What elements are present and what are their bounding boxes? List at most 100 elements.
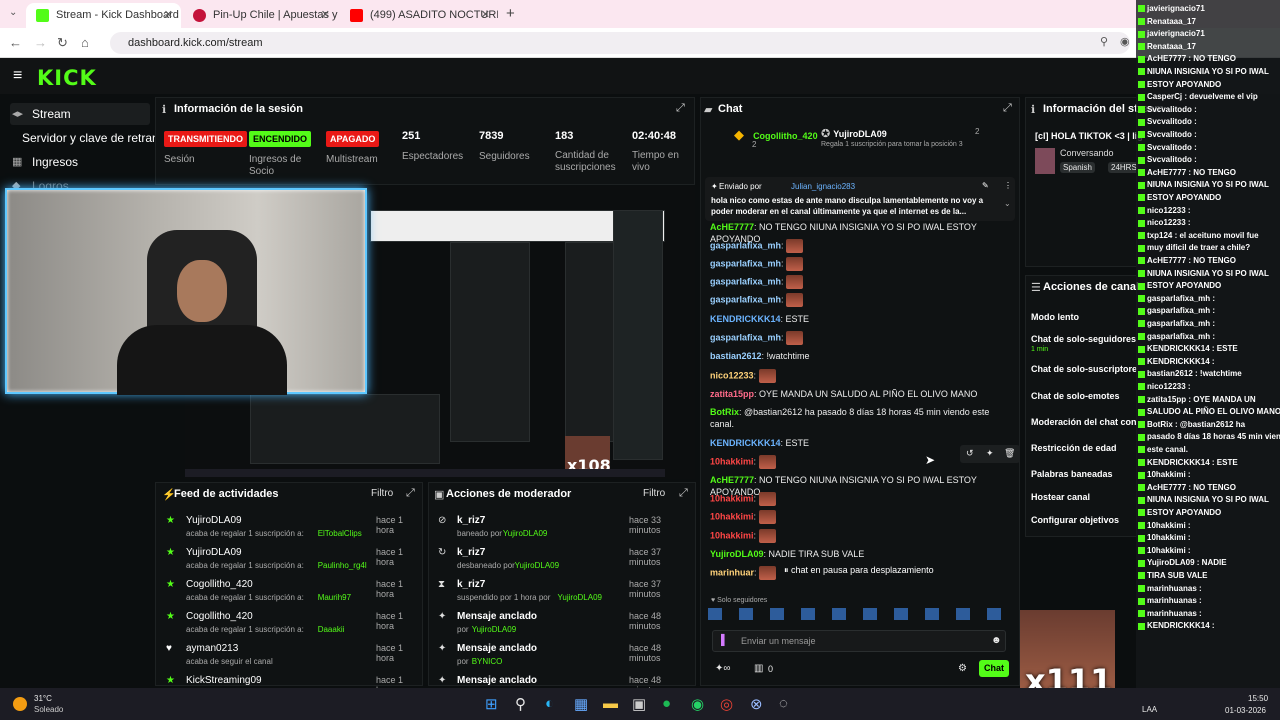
chat-message[interactable]: gasparlafixa_mh:	[710, 293, 1010, 307]
sidebar-item-server-key[interactable]: Servidor y clave de retransm	[10, 127, 160, 149]
channel-action-7[interactable]: Hostear canal	[1031, 492, 1137, 502]
chat-username[interactable]: nico12233	[710, 370, 754, 380]
feed-target[interactable]: Paulinho_rg4l	[318, 561, 367, 570]
popout-icon[interactable]: ⤢	[1003, 102, 1012, 115]
feed-row[interactable]: ★ Cogollitho_420 acaba de regalar 1 suscri…	[156, 609, 422, 639]
folder-icon[interactable]: ▬	[603, 695, 618, 712]
chat-username[interactable]: AcHE7777	[710, 222, 754, 232]
channel-action-5[interactable]: Restricción de edad	[1031, 443, 1137, 453]
channel-action-2[interactable]: Chat de solo-suscriptores	[1031, 364, 1137, 374]
home-icon[interactable]: ⌂	[81, 35, 89, 50]
close-tab-icon[interactable]: ✕	[321, 8, 330, 21]
reload-icon[interactable]: ↻	[57, 35, 68, 51]
mod-row[interactable]: ↻ k_riz7 desbaneado por YujiroDLA09 hace 37 …	[429, 545, 695, 575]
chat-username[interactable]: YujiroDLA09	[710, 549, 764, 559]
feed-target[interactable]: ElTobalClips	[318, 529, 362, 538]
chat-username[interactable]: bastian2612	[710, 351, 762, 361]
filter-button[interactable]: Filtro	[371, 488, 393, 499]
start-icon[interactable]: ⊞	[485, 695, 498, 713]
tab-youtube[interactable]: (499) ASADITO NOCTURNO co ✕	[340, 3, 498, 28]
spotify-icon[interactable]: ●	[662, 695, 671, 712]
popout-icon[interactable]: ⤢	[676, 102, 685, 115]
chat-input[interactable]: ▌ Enviar un mensaje ☻	[712, 630, 1006, 652]
emoji-icon[interactable]: ☻	[991, 635, 1002, 646]
chat-username[interactable]: gasparlafixa_mh	[710, 240, 781, 250]
eye-off-icon[interactable]: ◉	[1120, 35, 1130, 48]
chat-message[interactable]: zatita15pp: OYE MANDA UN SALUDO AL PIÑO …	[710, 388, 1010, 400]
channel-action-4[interactable]: Moderación del chat con IA	[1031, 417, 1137, 427]
store-icon[interactable]: ▦	[574, 695, 588, 713]
chat-message[interactable]: 10hakkimi:	[710, 529, 1010, 543]
clock-time[interactable]: 15:50	[1248, 694, 1268, 703]
top-gifter-1[interactable]: ◆ Cogollitho_420 2	[734, 127, 818, 149]
xbox-icon[interactable]: ⊗	[750, 695, 763, 713]
mod-row[interactable]: ✦ Mensaje anclado por YujiroDLA09 hace 48 mi…	[429, 609, 695, 639]
feed-row[interactable]: ♥ ayman0213 acaba de seguir el canal hace 1…	[156, 641, 422, 671]
chat-message[interactable]: BotRix: @bastian2612 ha pasado 8 días 18…	[710, 406, 1010, 430]
tab-search-icon[interactable]: ⌄	[9, 7, 17, 18]
channel-action-1[interactable]: Chat de solo-seguidores	[1031, 334, 1137, 344]
more-icon[interactable]: ⋮	[1004, 181, 1012, 190]
chat-username[interactable]: gasparlafixa_mh	[710, 258, 781, 268]
chat-username[interactable]: AcHE7777	[710, 475, 754, 485]
sidebar-item-ingresos[interactable]: ▦ Ingresos	[10, 151, 150, 173]
forward-icon[interactable]: →	[34, 35, 47, 50]
chat-username[interactable]: gasparlafixa_mh	[710, 294, 781, 304]
feed-target[interactable]: Daaakii	[318, 625, 345, 634]
chat-paused-banner[interactable]: ⏸ chat en pausa para desplazamiento	[780, 563, 938, 578]
menu-icon[interactable]: ≡	[13, 67, 22, 85]
delete-icon[interactable]: 🗑	[1004, 448, 1015, 459]
pinned-message[interactable]: ✦ Enviado por Julian_ignacio283 ✎ ⋮ hola…	[705, 177, 1015, 221]
chat-username[interactable]: 10hakkimi	[710, 493, 754, 503]
chat-username[interactable]: 10hakkimi	[710, 511, 754, 521]
tab-kick-dashboard[interactable]: Stream - Kick Dashboard ✕	[26, 3, 181, 28]
whatsapp-icon[interactable]: ◉	[691, 695, 704, 713]
feed-target[interactable]: Maurih97	[318, 593, 351, 602]
chat-username[interactable]: BotRix	[710, 407, 739, 417]
chat-message[interactable]: YujiroDLA09: NADIE TIRA SUB VALE	[710, 548, 1010, 560]
chat-message[interactable]: gasparlafixa_mh:	[710, 239, 1010, 253]
chat-message[interactable]: gasparlafixa_mh:	[710, 331, 1010, 345]
channel-action-0[interactable]: Modo lento	[1031, 312, 1137, 322]
kick-logo[interactable]: KICK	[37, 66, 97, 90]
chat-message[interactable]: nico12233:	[710, 369, 1010, 383]
channel-action-8[interactable]: Configurar objetivos	[1031, 515, 1137, 525]
popout-icon[interactable]: ⤢	[679, 487, 688, 500]
mod-actor[interactable]: BYNICO	[472, 657, 503, 666]
chat-username[interactable]: gasparlafixa_mh	[710, 276, 781, 286]
mod-actor[interactable]: YujiroDLA09	[503, 529, 547, 538]
close-tab-icon[interactable]: ✕	[481, 8, 490, 21]
chrome-icon[interactable]: ◎	[720, 695, 733, 713]
search-icon[interactable]: ⚲	[515, 695, 526, 713]
keyboard-lang[interactable]: LAA	[1142, 705, 1157, 714]
feed-row[interactable]: ★ Cogollitho_420 acaba de regalar 1 suscri…	[156, 577, 422, 607]
chat-username[interactable]: zatita15pp	[710, 389, 754, 399]
chat-message[interactable]: gasparlafixa_mh:	[710, 275, 1010, 289]
popout-icon[interactable]: ⤢	[406, 487, 415, 500]
channel-action-3[interactable]: Chat de solo-emotes	[1031, 391, 1137, 401]
channel-action-6[interactable]: Palabras baneadas	[1031, 469, 1137, 479]
tab-pinup[interactable]: Pin-Up Chile | Apuestas y Casin ✕	[183, 3, 338, 28]
mod-actor[interactable]: YujiroDLA09	[472, 625, 516, 634]
sidebar-item-stream[interactable]: ◂▸ Stream	[10, 103, 150, 125]
mod-actor[interactable]: YujiroDLA09	[558, 593, 602, 602]
mod-row[interactable]: ⊘ k_riz7 baneado por YujiroDLA09 hace 33 min…	[429, 513, 695, 543]
gift-icon[interactable]: ▥	[754, 663, 763, 674]
chat-username[interactable]: KENDRICKKK14	[710, 438, 781, 448]
chat-message[interactable]: gasparlafixa_mh:	[710, 257, 1010, 271]
chat-message[interactable]: bastian2612: !watchtime	[710, 350, 1010, 362]
app-icon[interactable]: ▣	[632, 695, 646, 713]
new-tab-icon[interactable]: +	[506, 5, 515, 22]
pin-toggle-icon[interactable]: ✎	[982, 181, 989, 190]
points-icon[interactable]: ✦∞	[715, 663, 731, 674]
chat-username[interactable]: KENDRICKKK14	[710, 314, 781, 324]
feed-row[interactable]: ★ YujiroDLA09 acaba de regalar 1 suscripci…	[156, 545, 422, 575]
chat-username[interactable]: marinhuar	[710, 567, 754, 577]
chat-message[interactable]: KENDRICKKK14: ESTE	[710, 313, 1010, 325]
reply-icon[interactable]: ↺	[966, 448, 974, 459]
mod-row[interactable]: ⧗ k_riz7 suspendido por 1 hora por YujiroDL…	[429, 577, 695, 607]
chat-send-button[interactable]: Chat	[979, 660, 1009, 677]
obs-icon[interactable]: ◌	[779, 695, 788, 712]
back-icon[interactable]: ←	[9, 35, 22, 50]
close-tab-icon[interactable]: ✕	[164, 8, 173, 21]
